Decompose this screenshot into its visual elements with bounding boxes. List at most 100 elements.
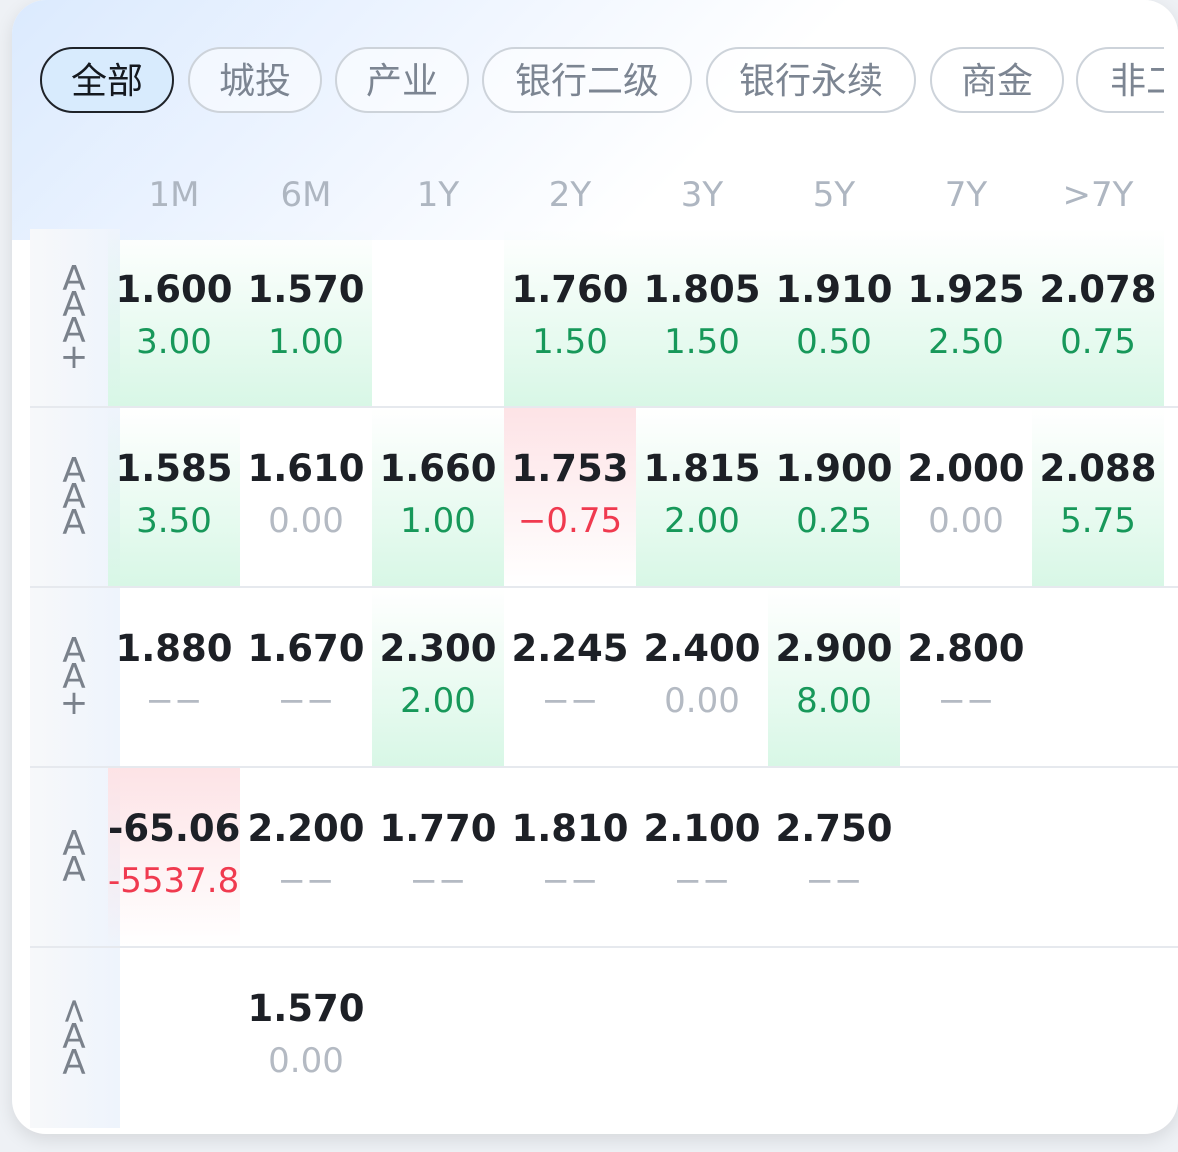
yield-cell[interactable]: 1.900 0.25 bbox=[768, 408, 900, 586]
yield-cell[interactable]: 2.200 −− bbox=[240, 768, 372, 946]
row-divider bbox=[30, 946, 1178, 948]
tenor-header: 6M bbox=[280, 175, 332, 215]
yield-change: -5537.86 bbox=[108, 861, 240, 901]
yield-value: 2.088 bbox=[1039, 447, 1157, 490]
yield-value: 1.925 bbox=[907, 268, 1025, 311]
yield-value: 1.770 bbox=[379, 807, 497, 850]
rating-label: AA bbox=[62, 824, 86, 890]
yield-value: 1.753 bbox=[511, 447, 629, 490]
yield-value: 1.900 bbox=[775, 447, 893, 490]
yield-value: 1.815 bbox=[643, 447, 761, 490]
category-tabs: 全部城投产业银行二级银行永续商金非二 bbox=[40, 47, 1164, 117]
yield-change: −0.75 bbox=[517, 501, 623, 541]
yield-value: 1.910 bbox=[775, 268, 893, 311]
yield-value: 2.078 bbox=[1039, 268, 1157, 311]
yield-card: 全部城投产业银行二级银行永续商金非二 1M6M1Y2Y3Y5Y7Y>7Y AAA… bbox=[12, 0, 1178, 1134]
yield-change: 0.00 bbox=[268, 1041, 344, 1081]
yield-value: 2.100 bbox=[643, 807, 761, 850]
tab-6[interactable]: 非二 bbox=[1076, 47, 1164, 113]
yield-change: −− bbox=[937, 681, 995, 721]
yield-cell[interactable]: 1.805 1.50 bbox=[636, 229, 768, 407]
tenor-header: 2Y bbox=[548, 175, 592, 215]
yield-cell[interactable]: 1.815 2.00 bbox=[636, 408, 768, 586]
yield-cell[interactable]: 1.585 3.50 bbox=[108, 408, 240, 586]
yield-value: 1.585 bbox=[115, 447, 233, 490]
yield-cell[interactable]: 2.400 0.00 bbox=[636, 588, 768, 766]
yield-value: 2.000 bbox=[907, 447, 1025, 490]
yield-value: 1.600 bbox=[115, 268, 233, 311]
yield-value: 1.670 bbox=[247, 627, 365, 670]
tab-2[interactable]: 产业 bbox=[335, 47, 469, 113]
yield-cell[interactable]: 1.753 −0.75 bbox=[504, 408, 636, 586]
yield-value: 2.900 bbox=[775, 627, 893, 670]
yield-cell[interactable]: 1.810 −− bbox=[504, 768, 636, 946]
yield-change: −− bbox=[277, 681, 335, 721]
yield-cell[interactable]: 2.900 8.00 bbox=[768, 588, 900, 766]
yield-change: 2.00 bbox=[664, 501, 740, 541]
yield-change: −− bbox=[277, 861, 335, 901]
yield-change: 0.00 bbox=[664, 681, 740, 721]
yield-change: 1.00 bbox=[400, 501, 476, 541]
yield-change: 8.00 bbox=[796, 681, 872, 721]
yield-cell[interactable]: 1.910 0.50 bbox=[768, 229, 900, 407]
yield-change: 0.00 bbox=[928, 501, 1004, 541]
yield-value: 1.570 bbox=[247, 987, 365, 1030]
yield-cell[interactable]: -65.063 -5537.86 bbox=[108, 768, 240, 946]
yield-change: 1.00 bbox=[268, 322, 344, 362]
tab-0[interactable]: 全部 bbox=[40, 47, 174, 113]
yield-value: 2.300 bbox=[379, 627, 497, 670]
yield-change: 2.00 bbox=[400, 681, 476, 721]
yield-value: 1.805 bbox=[643, 268, 761, 311]
tab-1[interactable]: 城投 bbox=[188, 47, 322, 113]
rating-label: A A + bbox=[59, 631, 89, 723]
tenor-header: >7Y bbox=[1062, 175, 1134, 215]
yield-value: 2.750 bbox=[775, 807, 893, 850]
yield-cell[interactable]: 2.100 −− bbox=[636, 768, 768, 946]
yield-value: 1.760 bbox=[511, 268, 629, 311]
yield-change: 3.00 bbox=[136, 322, 212, 362]
yield-cell[interactable]: 1.570 0.00 bbox=[240, 948, 372, 1126]
yield-cell[interactable]: 2.300 2.00 bbox=[372, 588, 504, 766]
yield-change: 0.50 bbox=[796, 322, 872, 362]
yield-value: 2.800 bbox=[907, 627, 1025, 670]
yield-value: 1.660 bbox=[379, 447, 497, 490]
yield-cell[interactable]: 1.770 −− bbox=[372, 768, 504, 946]
yield-change: −− bbox=[541, 681, 599, 721]
yield-cell[interactable]: 1.760 1.50 bbox=[504, 229, 636, 407]
yield-change: 3.50 bbox=[136, 501, 212, 541]
tenor-header: 1M bbox=[148, 175, 200, 215]
yield-cell[interactable]: 1.610 0.00 bbox=[240, 408, 372, 586]
yield-cell[interactable]: 2.000 0.00 bbox=[900, 408, 1032, 586]
tenor-header: 5Y bbox=[812, 175, 856, 215]
yield-cell[interactable]: 2.750 −− bbox=[768, 768, 900, 946]
yield-cell[interactable]: 1.880 −− bbox=[108, 588, 240, 766]
yield-value: 2.200 bbox=[247, 807, 365, 850]
yield-change: 0.25 bbox=[796, 501, 872, 541]
yield-cell[interactable]: 2.078 0.75 bbox=[1032, 229, 1164, 407]
yield-value: 1.610 bbox=[247, 447, 365, 490]
yield-cell[interactable]: 1.570 1.00 bbox=[240, 229, 372, 407]
yield-change: −− bbox=[805, 861, 863, 901]
tenor-header: 1Y bbox=[416, 175, 460, 215]
yield-cell[interactable]: 1.660 1.00 bbox=[372, 408, 504, 586]
yield-cell[interactable]: 1.670 −− bbox=[240, 588, 372, 766]
yield-value: 1.810 bbox=[511, 807, 629, 850]
yield-cell[interactable]: 2.800 −− bbox=[900, 588, 1032, 766]
yield-change: −− bbox=[409, 861, 467, 901]
rating-label: AAA bbox=[62, 451, 86, 543]
yield-value: 1.880 bbox=[115, 627, 233, 670]
yield-cell[interactable]: 2.245 −− bbox=[504, 588, 636, 766]
yield-cell[interactable]: 2.088 5.75 bbox=[1032, 408, 1164, 586]
yield-cell[interactable]: 1.925 2.50 bbox=[900, 229, 1032, 407]
yield-value: 1.570 bbox=[247, 268, 365, 311]
tenor-header: 7Y bbox=[944, 175, 988, 215]
yield-change: −− bbox=[541, 861, 599, 901]
rating-label: < A A bbox=[54, 996, 94, 1083]
tab-5[interactable]: 商金 bbox=[930, 47, 1064, 113]
yield-change: 1.50 bbox=[664, 322, 740, 362]
yield-cell[interactable]: 1.600 3.00 bbox=[108, 229, 240, 407]
tab-4[interactable]: 银行永续 bbox=[706, 47, 916, 113]
yield-change: 2.50 bbox=[928, 322, 1004, 362]
yield-change: −− bbox=[145, 681, 203, 721]
tab-3[interactable]: 银行二级 bbox=[482, 47, 692, 113]
